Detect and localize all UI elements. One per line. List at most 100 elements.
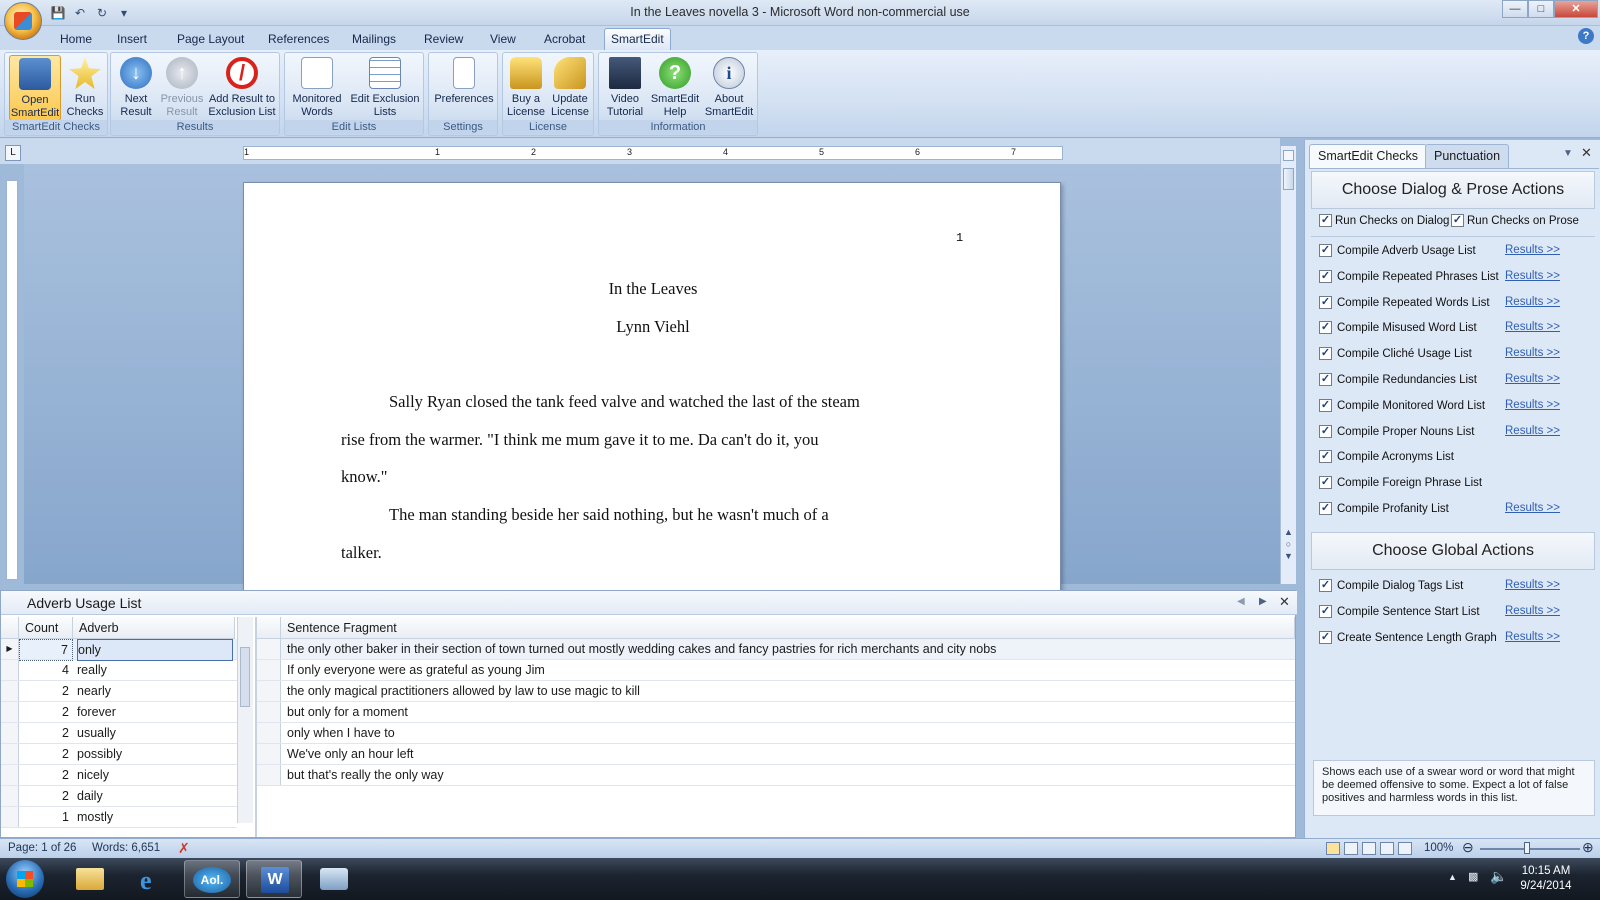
- row-selector[interactable]: [257, 702, 281, 722]
- aol-taskbar-button[interactable]: Aol.: [184, 860, 240, 898]
- adverb-row[interactable]: 2 nearly: [1, 681, 237, 702]
- results-link[interactable]: Results >>: [1505, 605, 1560, 617]
- snipping-taskbar-button[interactable]: [306, 860, 362, 898]
- check-checkbox[interactable]: ✓: [1319, 424, 1332, 438]
- smartedit-help-button[interactable]: ? SmartEdit Help: [649, 55, 701, 121]
- clock[interactable]: 10:15 AM 9/24/2014: [1514, 864, 1578, 894]
- row-selector[interactable]: [1, 807, 19, 827]
- maximize-button[interactable]: □: [1528, 0, 1554, 18]
- office-button[interactable]: [4, 2, 42, 40]
- add-to-exclusion-button[interactable]: / Add Result to Exclusion List: [205, 55, 279, 121]
- column-header-fragment[interactable]: Sentence Fragment: [281, 617, 1295, 639]
- close-icon[interactable]: ✕: [1279, 594, 1290, 610]
- volume-icon[interactable]: 🔈: [1490, 868, 1507, 885]
- results-link[interactable]: Results >>: [1505, 425, 1560, 437]
- fragment-row[interactable]: the only other baker in their section of…: [257, 639, 1295, 660]
- check-checkbox[interactable]: ✓: [1319, 295, 1332, 309]
- adverb-row[interactable]: ▶ 7 only: [1, 639, 237, 661]
- row-selector[interactable]: [257, 660, 281, 680]
- outline-icon[interactable]: [1380, 842, 1394, 855]
- results-link[interactable]: Results >>: [1505, 347, 1560, 359]
- column-header-adverb[interactable]: Adverb: [73, 617, 235, 639]
- scroll-thumb[interactable]: [1283, 168, 1294, 190]
- zoom-slider-thumb[interactable]: [1524, 842, 1530, 854]
- check-checkbox[interactable]: ✓: [1319, 373, 1332, 386]
- tab-smartedit[interactable]: SmartEdit: [604, 28, 671, 50]
- adverb-row[interactable]: 2 usually: [1, 723, 237, 744]
- global-check-checkbox[interactable]: ✓: [1319, 579, 1332, 592]
- global-check-checkbox[interactable]: ✓: [1319, 630, 1332, 644]
- global-check-checkbox[interactable]: ✓: [1319, 604, 1332, 618]
- zoom-in-icon[interactable]: ⊕: [1582, 839, 1594, 856]
- row-selector[interactable]: [1, 702, 19, 722]
- results-link[interactable]: Results >>: [1505, 631, 1560, 643]
- start-button[interactable]: [6, 860, 44, 898]
- check-checkbox[interactable]: ✓: [1319, 450, 1332, 464]
- fragment-row[interactable]: only when I have to: [257, 723, 1295, 744]
- draft-icon[interactable]: [1398, 842, 1412, 855]
- preferences-button[interactable]: Preferences: [431, 55, 497, 121]
- tab-smartedit-checks[interactable]: SmartEdit Checks: [1309, 144, 1428, 168]
- explorer-taskbar-button[interactable]: [62, 860, 118, 898]
- update-license-button[interactable]: Update License: [547, 55, 593, 121]
- fragment-row[interactable]: If only everyone were as grateful as you…: [257, 660, 1295, 681]
- fragment-row[interactable]: but only for a moment: [257, 702, 1295, 723]
- row-selector[interactable]: [1, 681, 19, 701]
- tab-punctuation[interactable]: Punctuation: [1425, 144, 1510, 168]
- tab-mailings[interactable]: Mailings: [346, 30, 402, 50]
- check-checkbox[interactable]: ✓: [1319, 347, 1332, 361]
- results-link[interactable]: Results >>: [1505, 321, 1560, 333]
- check-checkbox[interactable]: ✓: [1319, 398, 1332, 412]
- previous-result-button[interactable]: ↑ Previous Result: [159, 55, 205, 121]
- adverb-list-scrollbar[interactable]: [237, 617, 253, 823]
- document-scrollbar[interactable]: ▲ ○ ▼: [1280, 146, 1296, 584]
- fragment-row[interactable]: the only magical practitioners allowed b…: [257, 681, 1295, 702]
- results-link[interactable]: Results >>: [1505, 399, 1560, 411]
- adverb-row[interactable]: 2 nicely: [1, 765, 237, 786]
- pane-close-icon[interactable]: ✕: [1581, 145, 1592, 161]
- word-count[interactable]: Words: 6,651: [92, 842, 160, 854]
- tab-insert[interactable]: Insert: [111, 30, 153, 50]
- row-selector[interactable]: [257, 765, 281, 785]
- column-header-count[interactable]: Count: [19, 617, 73, 639]
- check-checkbox[interactable]: ✓: [1319, 321, 1332, 335]
- about-smartedit-button[interactable]: i About SmartEdit: [701, 55, 757, 121]
- adverb-row[interactable]: 4 really: [1, 660, 237, 681]
- results-link[interactable]: Results >>: [1505, 502, 1560, 514]
- run-prose-checkbox[interactable]: ✓: [1451, 214, 1464, 227]
- check-checkbox[interactable]: ✓: [1319, 269, 1332, 283]
- row-selector[interactable]: [257, 744, 281, 764]
- check-checkbox[interactable]: ✓: [1319, 244, 1332, 257]
- row-selector[interactable]: [257, 723, 281, 743]
- minimize-button[interactable]: —: [1502, 0, 1528, 18]
- page-count[interactable]: Page: 1 of 26: [8, 842, 76, 854]
- tab-home[interactable]: Home: [54, 30, 98, 50]
- adverb-row[interactable]: 2 daily: [1, 786, 237, 807]
- row-selector[interactable]: [1, 723, 19, 743]
- run-checks-button[interactable]: Run Checks: [63, 55, 107, 121]
- close-button[interactable]: ✕: [1554, 0, 1598, 18]
- monitored-words-button[interactable]: Monitored Words: [287, 55, 347, 121]
- help-icon[interactable]: ?: [1578, 28, 1594, 44]
- run-dialog-checkbox[interactable]: ✓: [1319, 214, 1332, 227]
- row-selector[interactable]: [1, 744, 19, 764]
- results-link[interactable]: Results >>: [1505, 244, 1560, 256]
- zoom-out-icon[interactable]: ⊖: [1462, 839, 1474, 856]
- show-hidden-icons-icon[interactable]: ▲: [1448, 872, 1457, 882]
- fragment-row[interactable]: but that's really the only way: [257, 765, 1295, 786]
- adverb-row[interactable]: 2 possibly: [1, 744, 237, 765]
- spelling-check-icon[interactable]: ✗: [178, 840, 190, 857]
- check-checkbox[interactable]: ✓: [1319, 502, 1332, 515]
- results-link[interactable]: Results >>: [1505, 373, 1560, 385]
- results-link[interactable]: Results >>: [1505, 296, 1560, 308]
- row-selector[interactable]: [1, 786, 19, 806]
- web-layout-icon[interactable]: [1362, 842, 1376, 855]
- video-tutorial-button[interactable]: Video Tutorial: [601, 55, 649, 121]
- scroll-thumb[interactable]: [240, 647, 250, 707]
- tab-references[interactable]: References: [262, 30, 335, 50]
- word-taskbar-button[interactable]: W: [246, 860, 302, 898]
- results-link[interactable]: Results >>: [1505, 579, 1560, 591]
- buy-license-button[interactable]: Buy a License: [505, 55, 547, 121]
- tab-acrobat[interactable]: Acrobat: [538, 30, 591, 50]
- row-selector[interactable]: [257, 681, 281, 701]
